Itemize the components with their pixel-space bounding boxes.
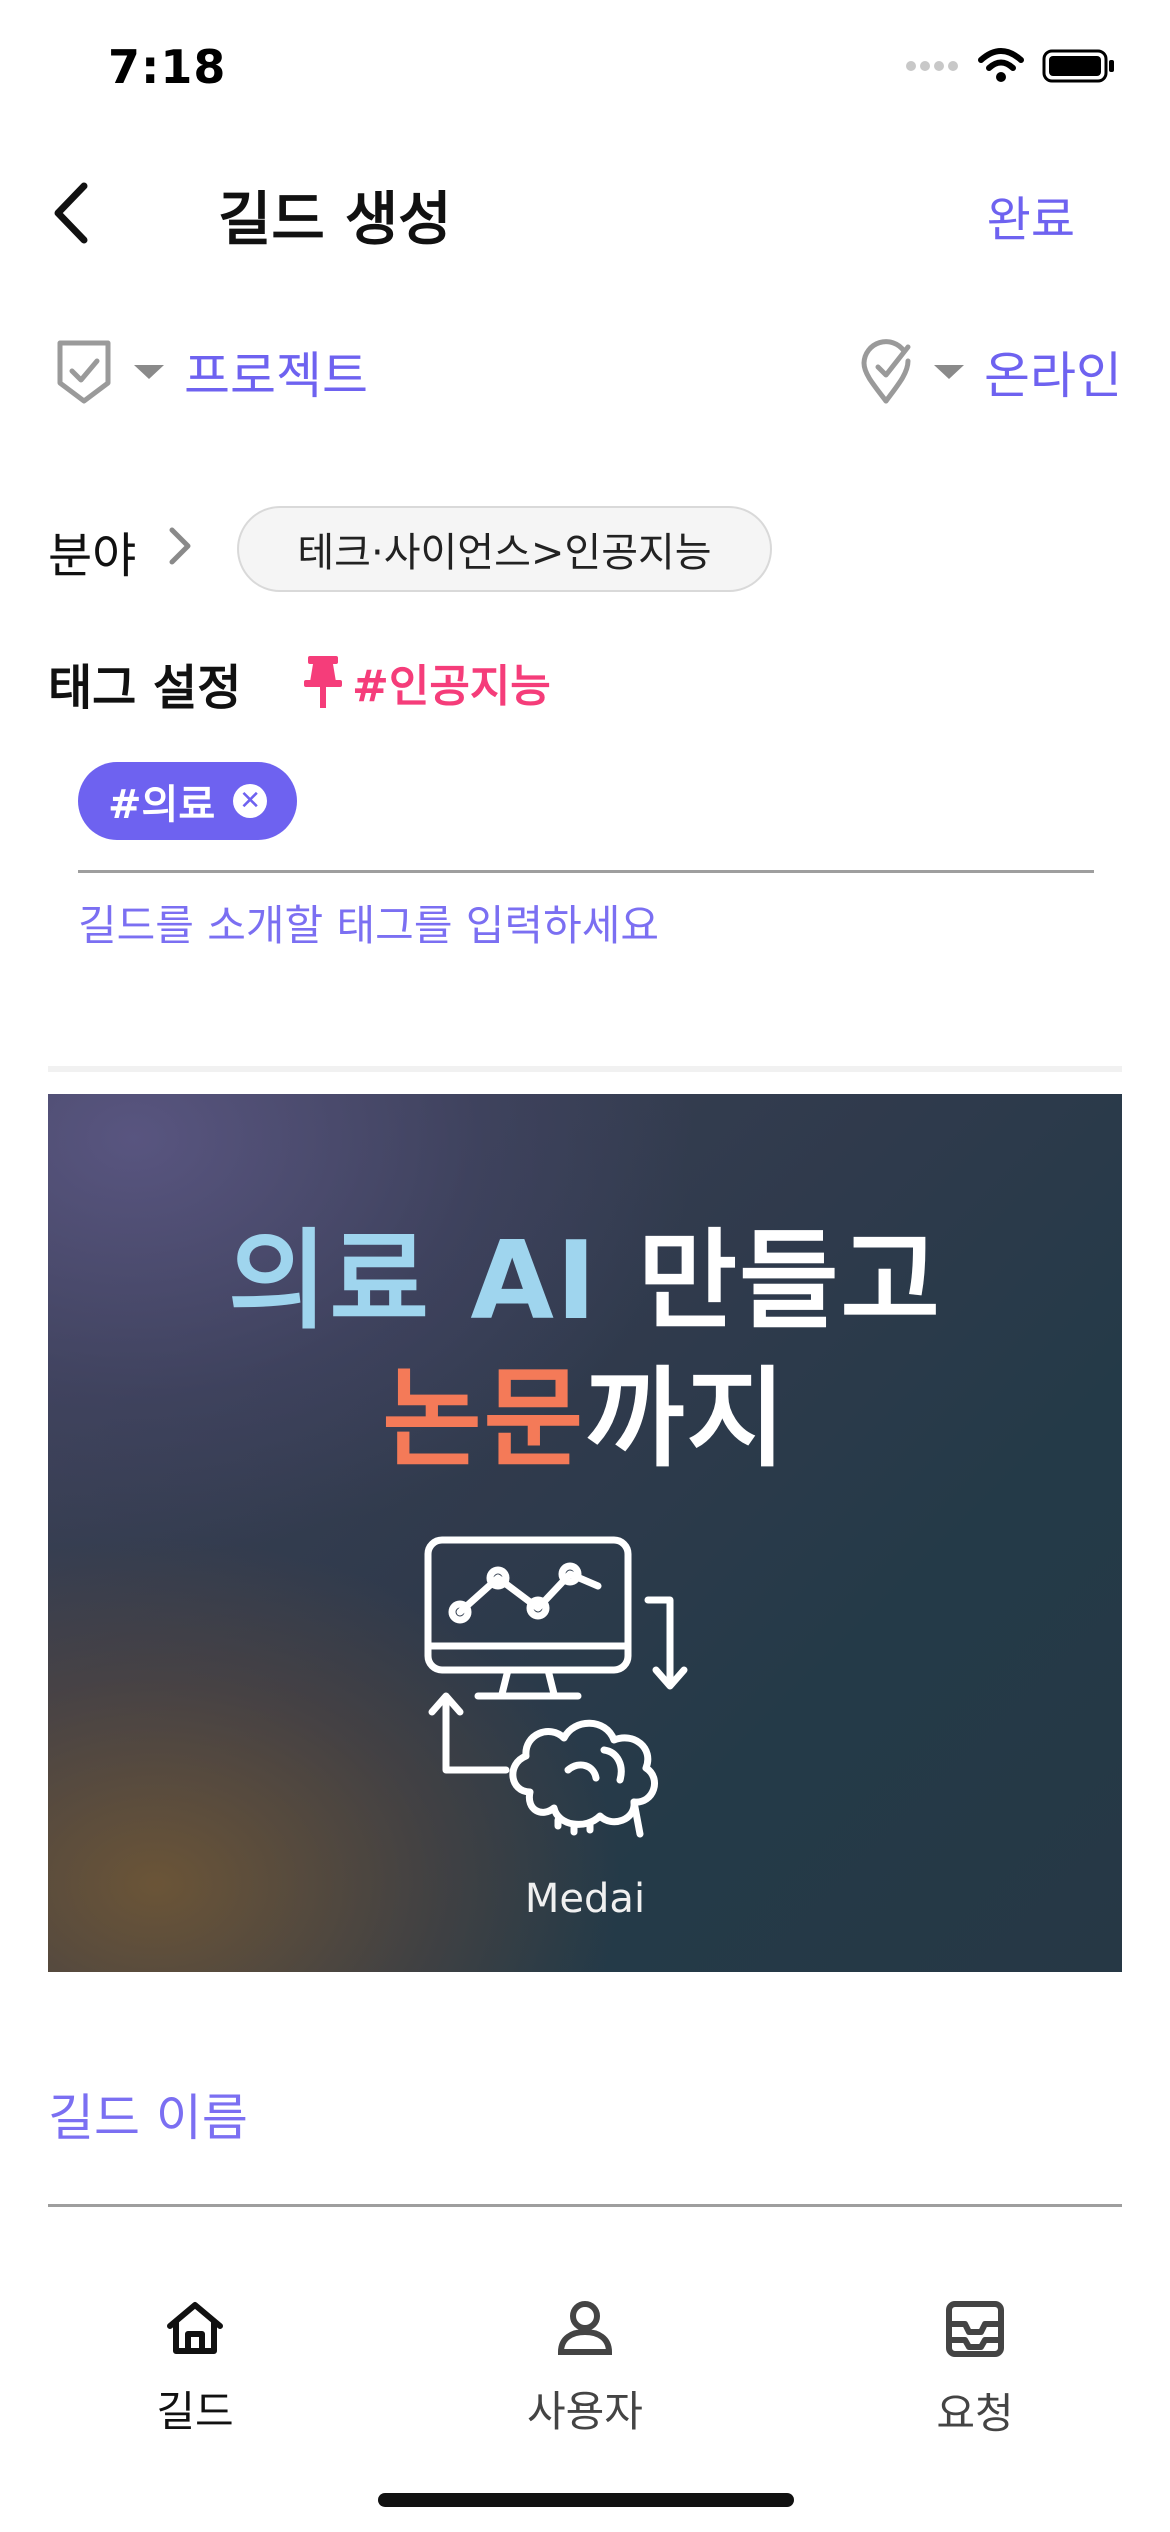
home-indicator [378, 2493, 794, 2507]
guild-mode-label: 온라인 [984, 347, 1122, 405]
field-value-chip[interactable]: 테크·사이언스>인공지능 [237, 506, 772, 592]
back-button[interactable] [40, 178, 100, 248]
done-button[interactable]: 완료 [987, 180, 1075, 250]
guild-type-label: 프로젝트 [184, 347, 368, 405]
remove-tag-icon[interactable]: ✕ [233, 784, 268, 818]
section-divider [48, 1066, 1122, 1072]
guild-mode-select[interactable]: 온라인 [858, 336, 1122, 408]
status-time: 7:18 [108, 40, 227, 94]
guild-type-select[interactable]: 프로젝트 [54, 336, 368, 408]
tab-user[interactable]: 사용자 [485, 2300, 685, 2439]
status-indicators [906, 48, 1116, 84]
tab-request-label: 요청 [936, 2389, 1014, 2438]
tag-input-underline [78, 870, 1094, 873]
shield-check-icon [57, 340, 111, 404]
guild-cover-image[interactable]: 의료 AI 만들고 논문까지 Medai [48, 1094, 1122, 1972]
tab-user-label: 사용자 [527, 2387, 643, 2436]
tag-settings-label: 태그 설정 [48, 660, 242, 716]
tag-chip[interactable]: #의료 ✕ [78, 762, 298, 840]
field-label: 분야 [48, 528, 137, 584]
tab-guild[interactable]: 길드 [95, 2300, 295, 2439]
inbox-icon [946, 2301, 1004, 2357]
battery-icon [1042, 49, 1114, 83]
home-icon [167, 2302, 223, 2354]
ai-monitor-brain-icon [424, 1536, 688, 1838]
banner-headline-2-rest: 까지 [585, 1357, 788, 1482]
pinned-tag[interactable]: #인공지능 [302, 650, 551, 714]
user-icon [557, 2301, 613, 2355]
banner-headline-2: 논문까지 [48, 1332, 1122, 1488]
banner-headline-1-rest: 만들고 [598, 1219, 942, 1344]
tab-guild-label: 길드 [156, 2387, 234, 2436]
location-check-icon [861, 339, 911, 404]
banner-headline-1: 의료 AI 만들고 [48, 1194, 1122, 1350]
banner-headline-2-highlight: 논문 [382, 1357, 585, 1482]
guild-name-underline [48, 2204, 1122, 2207]
chevron-left-icon [54, 182, 88, 244]
caret-down-icon [934, 365, 964, 379]
banner-brand: Medai [524, 1876, 646, 1922]
tag-chip-label: #의료 [108, 782, 216, 828]
banner-headline-1-highlight: 의료 AI [228, 1219, 599, 1344]
page-title: 길드 생성 [218, 185, 452, 253]
caret-down-icon [134, 365, 164, 379]
pin-icon [304, 656, 342, 708]
tab-request[interactable]: 요청 [875, 2300, 1075, 2441]
pinned-tag-label: #인공지능 [352, 661, 551, 712]
tag-input[interactable]: 길드를 소개할 태그를 입력하세요 [78, 892, 659, 953]
guild-name-input[interactable]: 길드 이름 [48, 2078, 248, 2150]
wifi-icon [978, 48, 1024, 82]
signal-icon [906, 61, 958, 71]
chevron-right-icon[interactable] [166, 526, 194, 566]
